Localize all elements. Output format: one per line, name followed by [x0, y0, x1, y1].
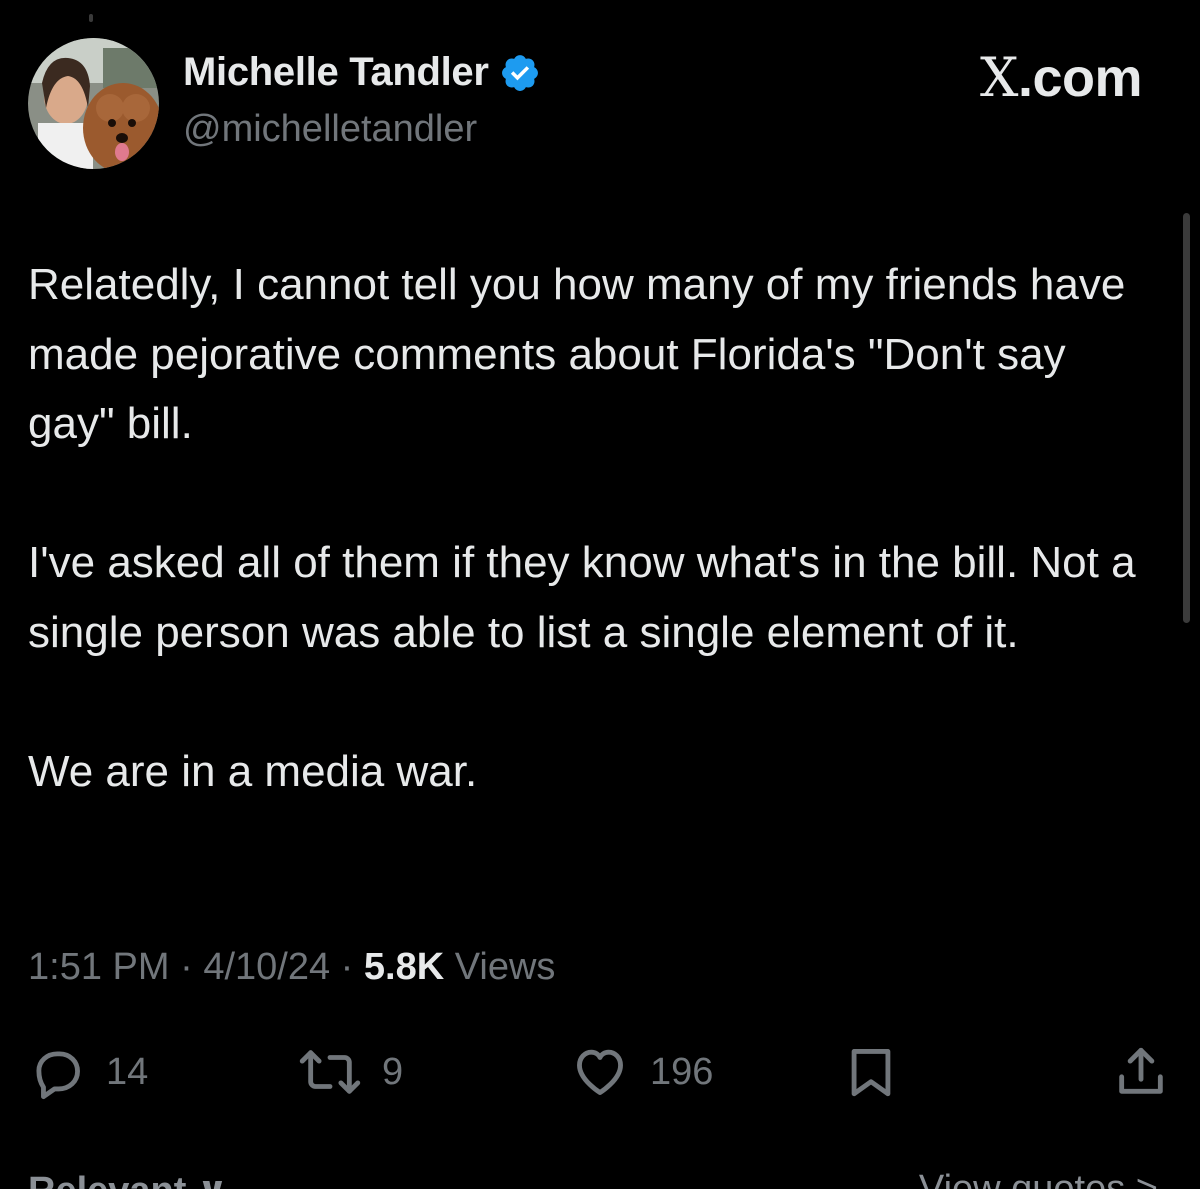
bookmark-icon — [851, 1049, 891, 1097]
tweet-meta: 1:51 PM · 4/10/24 · 5.8K Views — [28, 946, 555, 989]
verified-badge-icon — [501, 54, 538, 91]
meta-separator: · — [180, 946, 193, 988]
bookmark-button[interactable] — [842, 1040, 900, 1104]
sort-relevant-dropdown[interactable]: Relevant ∨ — [28, 1168, 228, 1189]
views-count: 5.8K — [363, 946, 445, 988]
avatar[interactable] — [28, 38, 159, 169]
author-name[interactable]: Michelle Tandler — [183, 50, 541, 95]
author-handle[interactable]: @michelletandler — [183, 108, 477, 151]
view-quotes-link[interactable]: View quotes > — [919, 1168, 1158, 1189]
tweet-paragraph: I've asked all of them if they know what… — [28, 538, 1136, 657]
meta-separator: · — [340, 946, 354, 988]
top-indicator — [89, 14, 93, 22]
tweet-date[interactable]: 4/10/24 — [203, 946, 330, 988]
share-icon — [1119, 1047, 1163, 1094]
replies-header: Relevant ∨ View quotes > — [0, 1160, 1200, 1189]
action-bar: 14 9 196 — [0, 1040, 1200, 1104]
scrollbar[interactable] — [1183, 213, 1190, 623]
reply-button[interactable]: 14 — [28, 1040, 148, 1104]
like-count: 196 — [650, 1050, 714, 1093]
reply-count: 14 — [106, 1050, 149, 1093]
tweet-paragraph: We are in a media war. — [28, 746, 478, 796]
x-logo-icon: X — [980, 46, 1018, 109]
like-icon — [577, 1049, 623, 1095]
repost-icon — [299, 1050, 361, 1094]
like-button[interactable]: 196 — [570, 1040, 713, 1104]
tweet-time[interactable]: 1:51 PM — [28, 946, 170, 988]
repost-button[interactable]: 9 — [298, 1040, 403, 1104]
brand-watermark: X.com — [980, 46, 1143, 109]
share-button[interactable] — [1112, 1040, 1170, 1104]
brand-suffix: .com — [1017, 48, 1143, 108]
tweet-paragraph: Relatedly, I cannot tell you how many of… — [28, 260, 1126, 448]
views-label: Views — [454, 946, 556, 988]
repost-count: 9 — [382, 1050, 404, 1093]
author-name-text: Michelle Tandler — [183, 50, 489, 94]
reply-icon — [36, 1051, 80, 1100]
avatar-image — [28, 38, 159, 169]
tweet-text: Relatedly, I cannot tell you how many of… — [28, 250, 1158, 806]
